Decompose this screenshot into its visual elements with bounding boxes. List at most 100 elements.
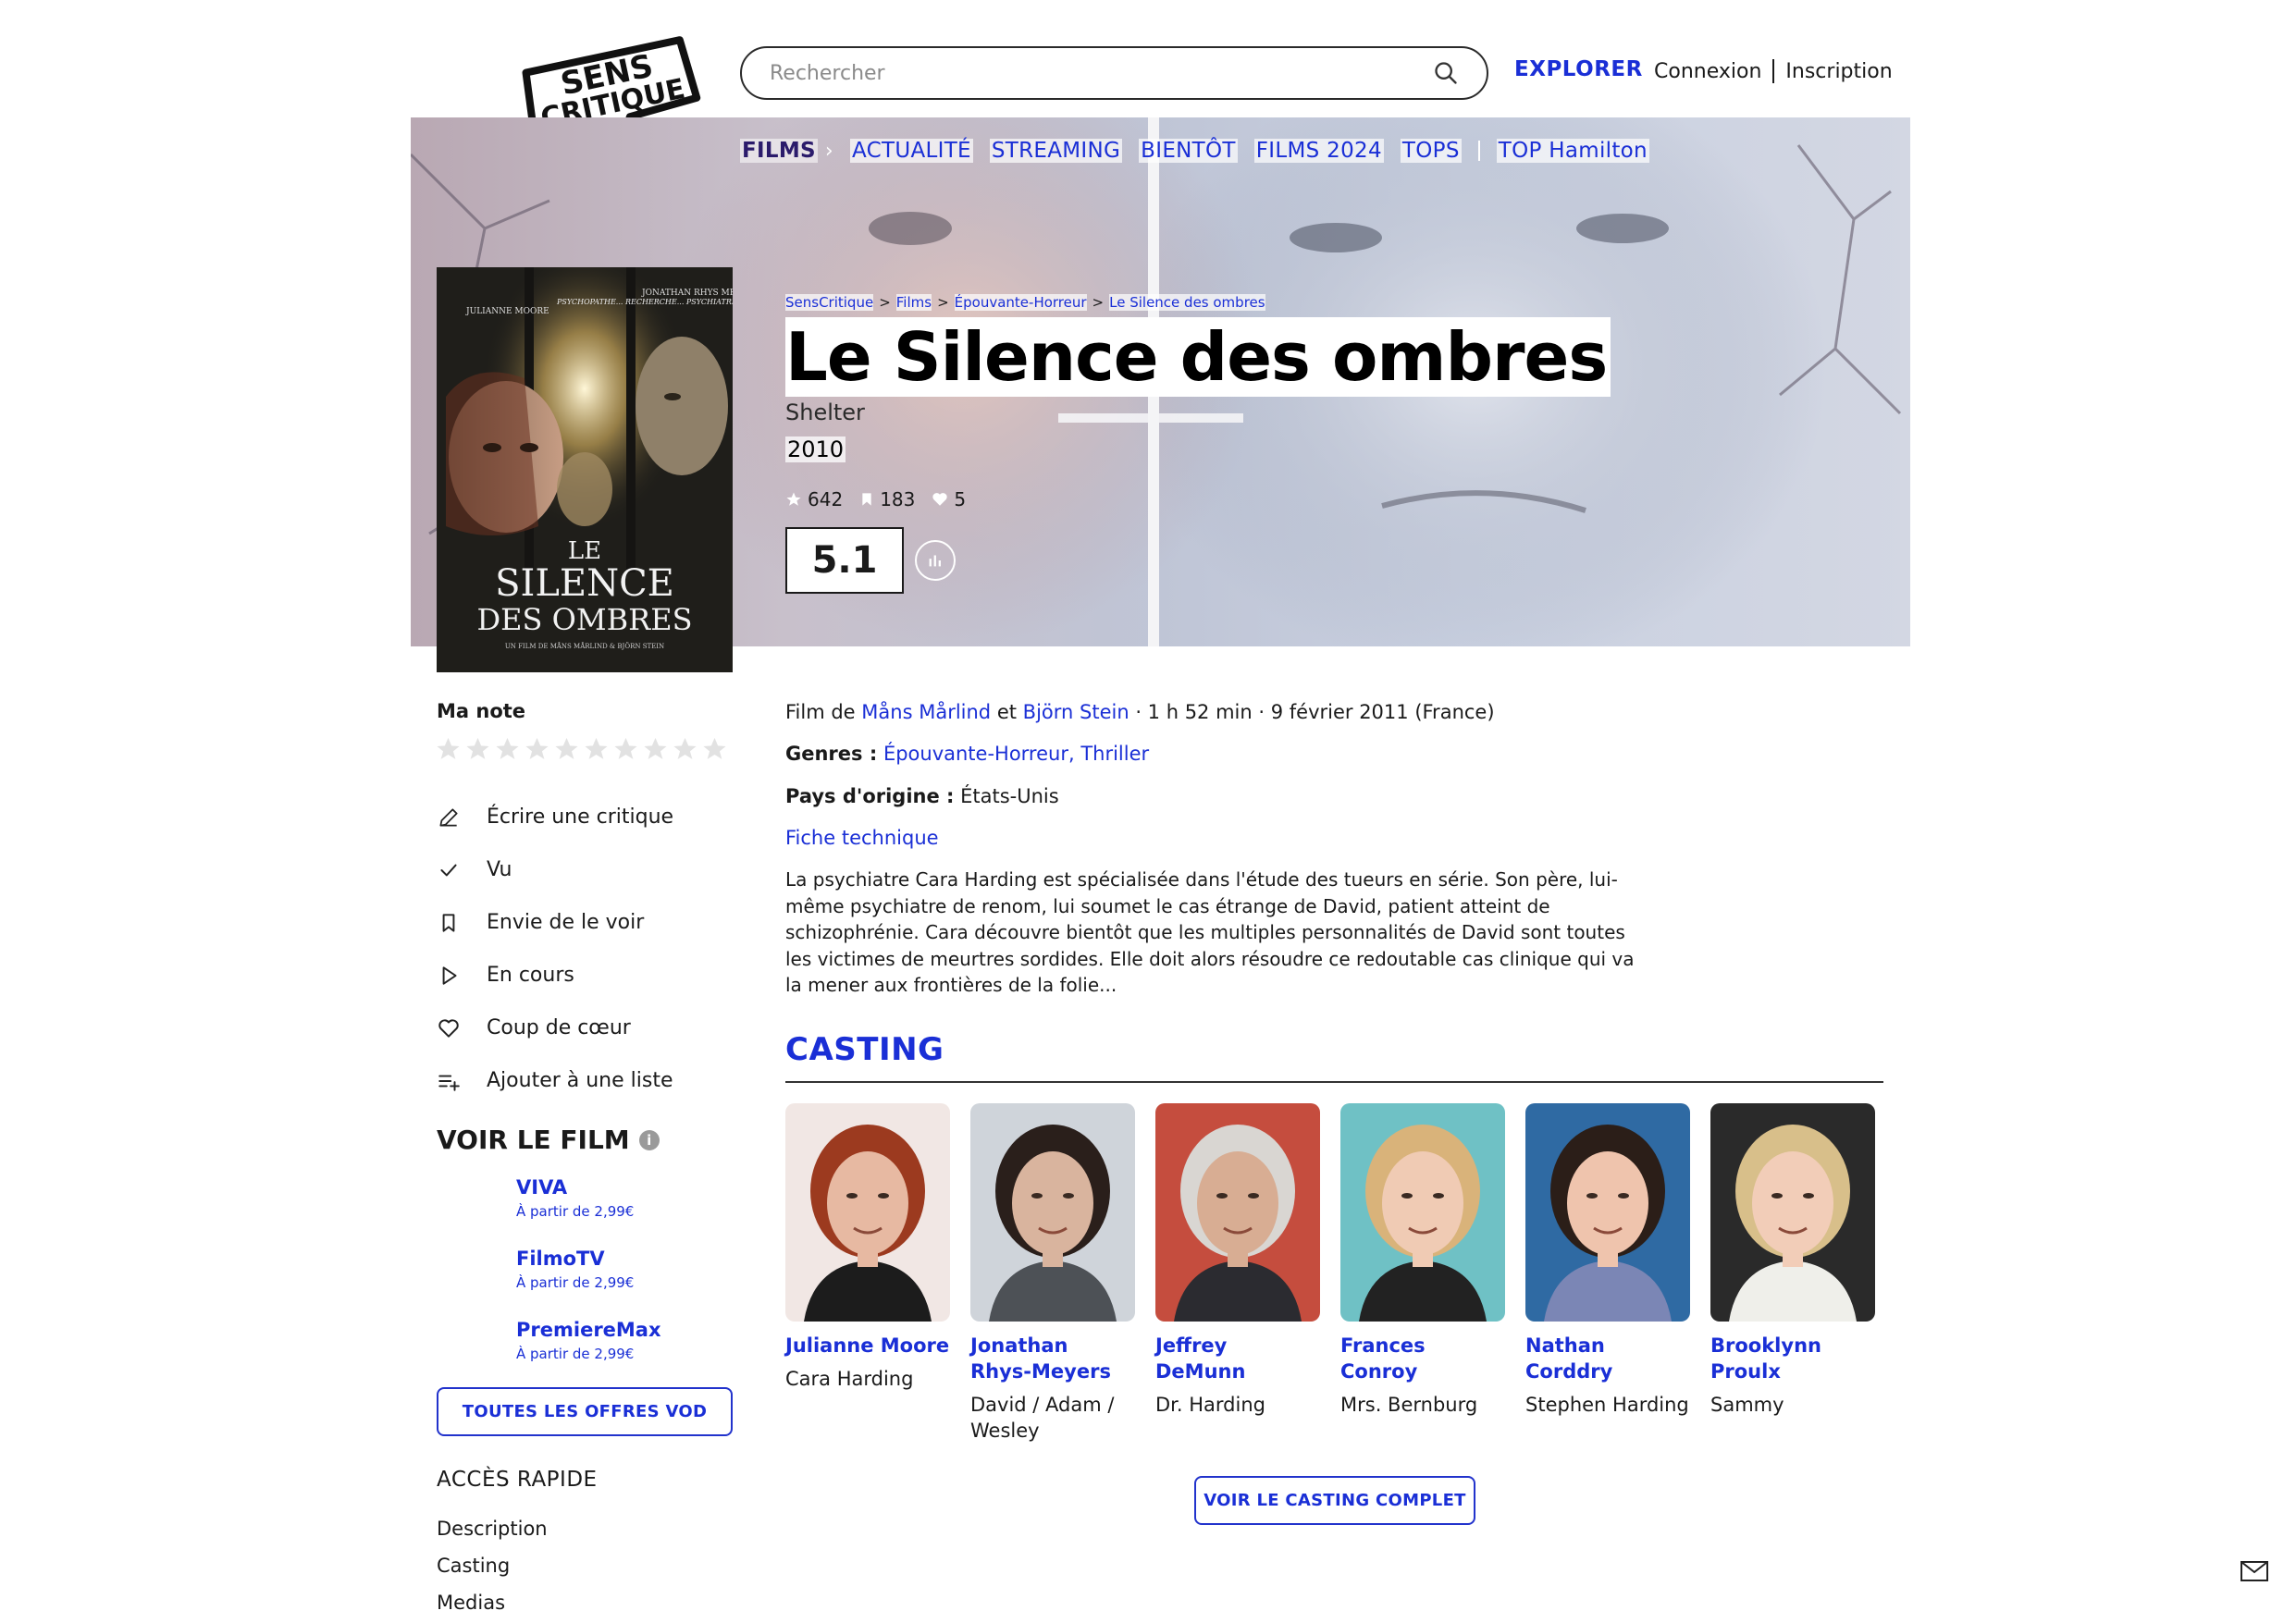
- subnav-films-2024[interactable]: FILMS 2024: [1253, 139, 1384, 163]
- cast-card[interactable]: Jeffrey DeMunn Dr. Harding: [1155, 1103, 1320, 1418]
- subnav-top-hamilton[interactable]: TOP Hamilton: [1496, 139, 1649, 163]
- actor-photo[interactable]: [1340, 1103, 1505, 1322]
- breadcrumb: SensCritique > Films > Épouvante-Horreur…: [785, 294, 1265, 311]
- wish-action[interactable]: Envie de le voir: [437, 896, 733, 949]
- action-label: En cours: [487, 964, 574, 987]
- action-label: Envie de le voir: [487, 911, 645, 934]
- country-value: États-Unis: [960, 785, 1059, 807]
- release-year[interactable]: 2010: [785, 436, 846, 462]
- actor-name[interactable]: Brooklynn Proulx: [1710, 1333, 1875, 1384]
- cast-card[interactable]: Julianne Moore Cara Harding: [785, 1103, 950, 1392]
- actor-name[interactable]: Julianne Moore: [785, 1333, 950, 1359]
- subnav-streaming[interactable]: STREAMING: [989, 139, 1123, 163]
- explorer-link[interactable]: EXPLORER: [1514, 57, 1643, 81]
- favorites-stat: 5: [932, 488, 966, 510]
- rating-star-5[interactable]: [553, 735, 580, 763]
- poster-title-1: LE: [568, 537, 601, 565]
- vod-price: À partir de 2,99€: [516, 1346, 635, 1362]
- watch-film-title: VOIR LE FILM: [437, 1125, 630, 1155]
- all-vod-offers-button[interactable]: TOUTES LES OFFRES VOD: [437, 1387, 733, 1436]
- breadcrumb-senscritique[interactable]: SensCritique: [785, 294, 874, 311]
- subnav-tops[interactable]: TOPS: [1400, 139, 1462, 163]
- full-casting-button[interactable]: VOIR LE CASTING COMPLET: [1194, 1476, 1475, 1525]
- movie-poster[interactable]: JULIANNE MOORE JONATHAN RHYS MEYERS PSYC…: [437, 267, 733, 672]
- rating-star-6[interactable]: [583, 735, 610, 763]
- actor-photo[interactable]: [785, 1103, 950, 1322]
- info-icon[interactable]: i: [638, 1129, 660, 1150]
- directed-by-label: Film de: [785, 701, 856, 723]
- pencil-icon: [439, 807, 458, 827]
- director-joiner: et: [996, 701, 1017, 723]
- quick-access-description[interactable]: Description: [437, 1510, 548, 1547]
- fiche-technique-link[interactable]: Fiche technique: [785, 827, 939, 849]
- rating-star-3[interactable]: [494, 735, 521, 763]
- bookmark-icon: [442, 913, 455, 932]
- seen-action[interactable]: Vu: [437, 843, 733, 896]
- mail-icon[interactable]: [2240, 1561, 2268, 1581]
- actor-photo[interactable]: [1525, 1103, 1690, 1322]
- actor-photo[interactable]: [970, 1103, 1135, 1322]
- global-score: 5.1: [785, 527, 904, 594]
- director-link[interactable]: Måns Mårlind: [861, 701, 991, 723]
- country-line: Pays d'origine : États-Unis: [785, 785, 1059, 807]
- movie-details: · 1 h 52 min · 9 février 2011 (France): [1135, 701, 1495, 723]
- actor-name[interactable]: Jonathan Rhys-Meyers: [970, 1333, 1135, 1384]
- auth-links: Connexion Inscription: [1654, 59, 1893, 83]
- vod-offer-viva[interactable]: VIVA À partir de 2,99€: [516, 1176, 757, 1220]
- quick-access-medias[interactable]: Medias: [437, 1584, 548, 1621]
- subnav-actualite[interactable]: ACTUALITÉ: [850, 139, 973, 163]
- poster-footer: UN FILM DE MÅNS MÅRLIND & BJÖRN STEIN: [505, 642, 664, 650]
- favorite-action[interactable]: Coup de cœur: [437, 1002, 733, 1054]
- breadcrumb-separator: >: [937, 294, 949, 311]
- character-name: David / Adam / Wesley: [970, 1394, 1115, 1442]
- breadcrumb-genre[interactable]: Épouvante-Horreur: [954, 294, 1087, 311]
- credits-line: Film de Måns Mårlind et Björn Stein · 1 …: [785, 701, 1495, 723]
- add-list-icon: [438, 1075, 460, 1091]
- search-input[interactable]: [770, 61, 1433, 85]
- quick-access-casting[interactable]: Casting: [437, 1547, 548, 1584]
- cast-card[interactable]: Jonathan Rhys-Meyers David / Adam / Wesle…: [970, 1103, 1135, 1444]
- action-label: Coup de cœur: [487, 1016, 631, 1039]
- actor-photo[interactable]: [1155, 1103, 1320, 1322]
- movie-stats: 642 183 5: [785, 488, 966, 510]
- cast-card[interactable]: Nathan Corddry Stephen Harding: [1525, 1103, 1690, 1418]
- rating-star-7[interactable]: [612, 735, 639, 763]
- rating-star-2[interactable]: [464, 735, 491, 763]
- vod-name: PremiereMax: [516, 1319, 661, 1341]
- fiche-technique-line: Fiche technique: [785, 827, 939, 849]
- poster-tagline: PSYCHOPATHE... RECHERCHE... PSYCHIATRE: [556, 298, 733, 306]
- director-link[interactable]: Björn Stein: [1023, 701, 1129, 723]
- actor-photo[interactable]: [1710, 1103, 1875, 1322]
- character-name: Stephen Harding: [1525, 1394, 1689, 1416]
- cast-card[interactable]: Frances Conroy Mrs. Bernburg: [1340, 1103, 1505, 1418]
- cast-card[interactable]: Brooklynn Proulx Sammy: [1710, 1103, 1875, 1418]
- rating-star-4[interactable]: [524, 735, 550, 763]
- action-label: Vu: [487, 858, 512, 881]
- rating-distribution-button[interactable]: [915, 540, 956, 581]
- rating-star-8[interactable]: [642, 735, 669, 763]
- vod-offer-premieremax[interactable]: PremiereMax À partir de 2,99€: [516, 1319, 757, 1362]
- add-to-list-action[interactable]: Ajouter à une liste: [437, 1054, 733, 1107]
- vod-offer-filmotv[interactable]: FilmoTV À partir de 2,99€: [516, 1248, 757, 1291]
- play-icon: [442, 965, 457, 985]
- breadcrumb-separator: >: [1092, 294, 1105, 311]
- in-progress-action[interactable]: En cours: [437, 949, 733, 1002]
- write-review-action[interactable]: Écrire une critique: [437, 791, 733, 843]
- rating-star-9[interactable]: [672, 735, 698, 763]
- vod-price: À partir de 2,99€: [516, 1203, 635, 1220]
- breadcrumb-current[interactable]: Le Silence des ombres: [1109, 294, 1265, 311]
- breadcrumb-films[interactable]: Films: [895, 294, 932, 311]
- genres-links[interactable]: Épouvante-Horreur, Thriller: [883, 743, 1149, 765]
- subnav-bientot[interactable]: BIENTÔT: [1139, 139, 1238, 163]
- actor-name[interactable]: Jeffrey DeMunn: [1155, 1333, 1320, 1384]
- search-icon[interactable]: [1433, 60, 1459, 86]
- actor-name[interactable]: Frances Conroy: [1340, 1333, 1505, 1384]
- wishes-stat: 183: [859, 488, 915, 510]
- actor-name[interactable]: Nathan Corddry: [1525, 1333, 1690, 1384]
- rating-star-1[interactable]: [435, 735, 462, 763]
- signup-link[interactable]: Inscription: [1785, 60, 1892, 83]
- rating-star-10[interactable]: [701, 735, 728, 763]
- search-bar[interactable]: [740, 46, 1488, 100]
- login-link[interactable]: Connexion: [1654, 60, 1761, 83]
- subnav-films[interactable]: FILMS: [740, 139, 818, 163]
